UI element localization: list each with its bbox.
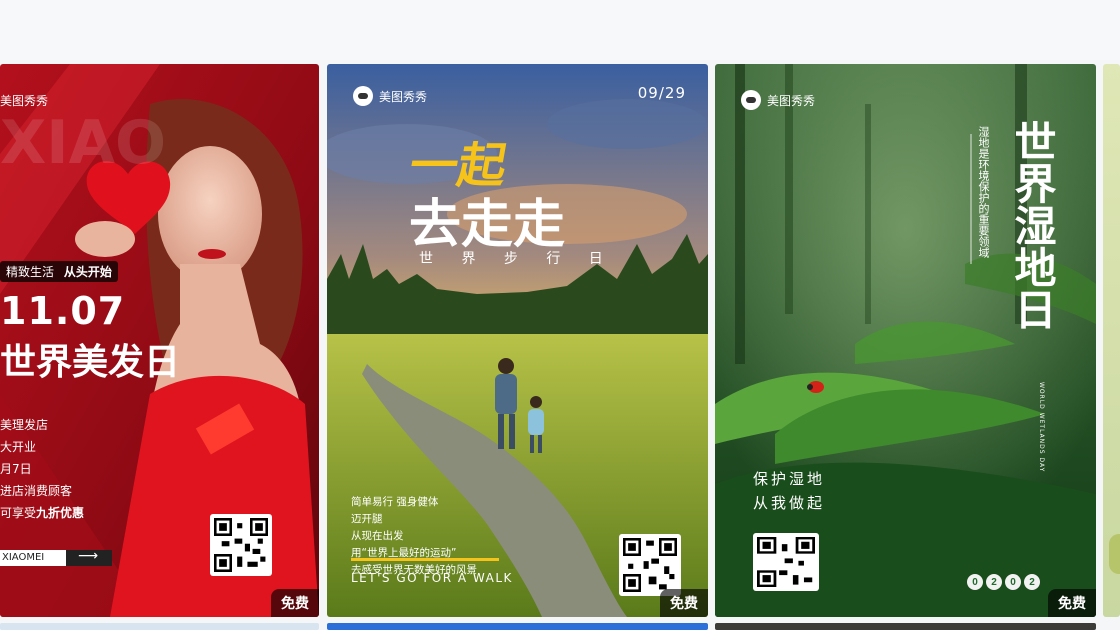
brand-logo: 美图秀秀 [353,86,427,106]
promo-highlight: 九折优惠 [36,506,85,520]
event-subtitle: 世 界 步 行 日 [419,251,615,267]
brand-name: 美图秀秀 [767,93,816,108]
year-digit: 2 [1024,574,1040,590]
qr-code [619,534,681,596]
slogan-line-1: 保护湿地 [753,470,826,488]
top-bar [0,0,1120,60]
event-date: 09/29 [637,84,686,102]
qr-code-graphic [757,537,815,587]
promo-text: 简单易行 强身健体 迈开腿 从现在出发 用“世界上最好的运动” 去感受世界无数美… [351,494,477,579]
arrow-icon: ⟶ [78,548,99,564]
promo-line: 进店消费顾客 [0,484,73,498]
brand-name: 美图秀秀 [0,94,49,108]
promo-text: 美理发店 大开业 月7日 进店消费顾客 可享受九折优惠 [0,414,84,524]
next-row-card[interactable] [327,623,708,630]
slogan-line-2: 从我做起 [753,494,826,512]
promo-line: 迈开腿 [351,513,383,525]
shop-name: XIAOMEI [2,552,45,563]
tagline-a: 精致生活 [6,265,55,279]
headline-line-2: 去走走 [409,195,566,255]
promo-line: 可享受 [0,506,37,520]
free-badge: 免费 [660,589,708,617]
template-card-wetlands-day[interactable]: 美图秀秀 世界湿地日 湿地是环境保护的重要领域 WORLD WETLANDS D… [715,64,1096,617]
qr-code [210,514,272,576]
promo-line: 从现在出发 [351,530,404,542]
card-partial-shape [1109,534,1120,574]
year-digits: 0 2 0 2 [967,574,1040,590]
next-row-card[interactable] [0,623,319,630]
qr-code-graphic [214,518,268,572]
next-row-card[interactable] [715,623,1096,630]
background-letters: XIAO [0,108,167,178]
promo-line: 美理发店 [0,418,49,432]
template-gallery: XIAO 美图秀秀 精致生活 从头开始 11.07 世界美发日 美理发店 大开业… [0,64,1120,630]
english-title: WORLD WETLANDS DAY [1038,382,1045,473]
promo-line: 月7日 [0,462,32,476]
vertical-title: 世界湿地日 [1008,120,1057,330]
promo-line: 简单易行 强身健体 [351,496,439,508]
vertical-subtitle: 湿地是环境保护的重要领域 [977,126,990,258]
year-digit: 0 [1005,574,1021,590]
year-digit: 2 [986,574,1002,590]
event-title: 世界美发日 [0,342,181,383]
template-card-hair-day[interactable]: XIAO 美图秀秀 精致生活 从头开始 11.07 世界美发日 美理发店 大开业… [0,64,319,617]
walk-slogan: LET'S GO FOR A WALK [351,571,513,585]
qr-code [753,533,819,591]
promo-line: 大开业 [0,440,37,454]
qr-code-graphic [623,538,677,592]
free-badge: 免费 [1048,589,1096,617]
promo-line: 用“世界上最好的运动” [351,547,457,559]
tagline: 精致生活 从头开始 [0,261,118,282]
template-card-partial[interactable] [1103,64,1120,617]
year-digit: 0 [967,574,983,590]
brand-name: 美图秀秀 [379,89,428,104]
template-card-walking-day[interactable]: 美图秀秀 09/29 一起 去走走 世 界 步 行 日 简单易行 强身健体 迈开… [327,64,708,617]
brand-logo-icon [741,90,761,110]
free-badge: 免费 [271,589,319,617]
event-date: 11.07 [0,289,126,333]
brand-logo: 美图秀秀 [741,90,815,110]
tagline-b: 从头开始 [63,265,112,279]
brand-logo-icon [353,86,373,106]
brand-logo: 美图秀秀 [0,92,48,109]
